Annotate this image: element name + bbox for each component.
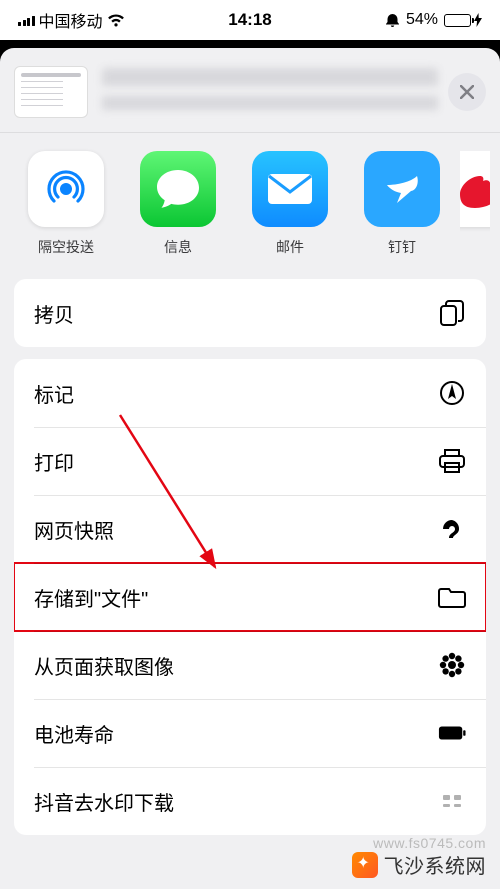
document-thumbnail — [14, 66, 88, 118]
mail-icon — [265, 171, 315, 207]
app-more[interactable] — [460, 151, 490, 257]
share-app-row[interactable]: 隔空投送 信息 邮件 钉钉 — [0, 133, 500, 279]
flower-icon — [438, 651, 466, 679]
wifi-icon — [107, 14, 125, 27]
app-mail[interactable]: 邮件 — [234, 151, 346, 257]
app-label: 邮件 — [276, 237, 304, 257]
battery-pct: 54% — [406, 11, 438, 29]
action-snapshot[interactable]: 网页快照 — [14, 495, 486, 563]
close-icon — [460, 85, 474, 99]
action-print[interactable]: 打印 — [14, 427, 486, 495]
app-dingtalk[interactable]: 钉钉 — [346, 151, 458, 257]
messages-icon — [153, 166, 203, 212]
action-markup[interactable]: 标记 — [14, 359, 486, 427]
action-label: 从页面获取图像 — [34, 651, 174, 680]
action-label: 网页快照 — [34, 515, 114, 544]
brand-label: 飞沙系统网 — [384, 850, 487, 879]
action-label: 电池寿命 — [34, 719, 114, 748]
battery-full-icon — [438, 719, 466, 747]
action-save-to-files[interactable]: 存储到"文件" — [14, 563, 486, 631]
status-left: 中国移动 — [18, 8, 125, 32]
dingtalk-icon — [379, 166, 425, 212]
charging-icon — [474, 13, 482, 27]
action-get-image[interactable]: 从页面获取图像 — [14, 631, 486, 699]
status-bar: 中国移动 14:18 54% — [0, 0, 500, 40]
alarm-icon — [385, 13, 400, 28]
download-icon — [438, 787, 466, 815]
action-copy[interactable]: 拷贝 — [14, 279, 486, 347]
app-airdrop[interactable]: 隔空投送 — [10, 151, 122, 257]
signal-icon — [18, 14, 35, 26]
watermark-url: www.fs0745.com — [373, 835, 486, 851]
carrier-label: 中国移动 — [39, 8, 103, 32]
sheet-header — [0, 48, 500, 132]
action-douyin-download[interactable]: 抖音去水印下载 — [14, 767, 486, 835]
brand-icon — [352, 852, 378, 878]
print-icon — [438, 447, 466, 475]
action-label: 标记 — [34, 379, 74, 408]
share-sheet: 隔空投送 信息 邮件 钉钉 拷贝 — [0, 48, 500, 889]
action-label: 拷贝 — [34, 299, 74, 328]
action-group-main: 标记 打印 网页快照 存储到"文件" 从页面获取图像 — [14, 359, 486, 835]
action-label: 打印 — [34, 447, 74, 476]
airdrop-icon — [40, 163, 92, 215]
close-button[interactable] — [448, 73, 486, 111]
document-title-blurred — [102, 68, 438, 116]
copy-icon — [438, 299, 466, 327]
weibo-icon — [460, 164, 490, 214]
action-label: 抖音去水印下载 — [34, 787, 174, 816]
markup-icon — [438, 379, 466, 407]
folder-icon — [438, 583, 466, 611]
battery-icon — [444, 14, 471, 27]
app-label: 钉钉 — [388, 237, 416, 257]
app-messages[interactable]: 信息 — [122, 151, 234, 257]
status-right: 54% — [385, 11, 482, 29]
app-label: 隔空投送 — [38, 237, 94, 257]
app-label: 信息 — [164, 237, 192, 257]
action-group-copy: 拷贝 — [14, 279, 486, 347]
action-battery-life[interactable]: 电池寿命 — [14, 699, 486, 767]
action-label: 存储到"文件" — [34, 583, 148, 612]
snapshot-icon — [438, 515, 466, 543]
clock: 14:18 — [228, 10, 271, 30]
watermark-brand: 飞沙系统网 — [352, 850, 487, 879]
